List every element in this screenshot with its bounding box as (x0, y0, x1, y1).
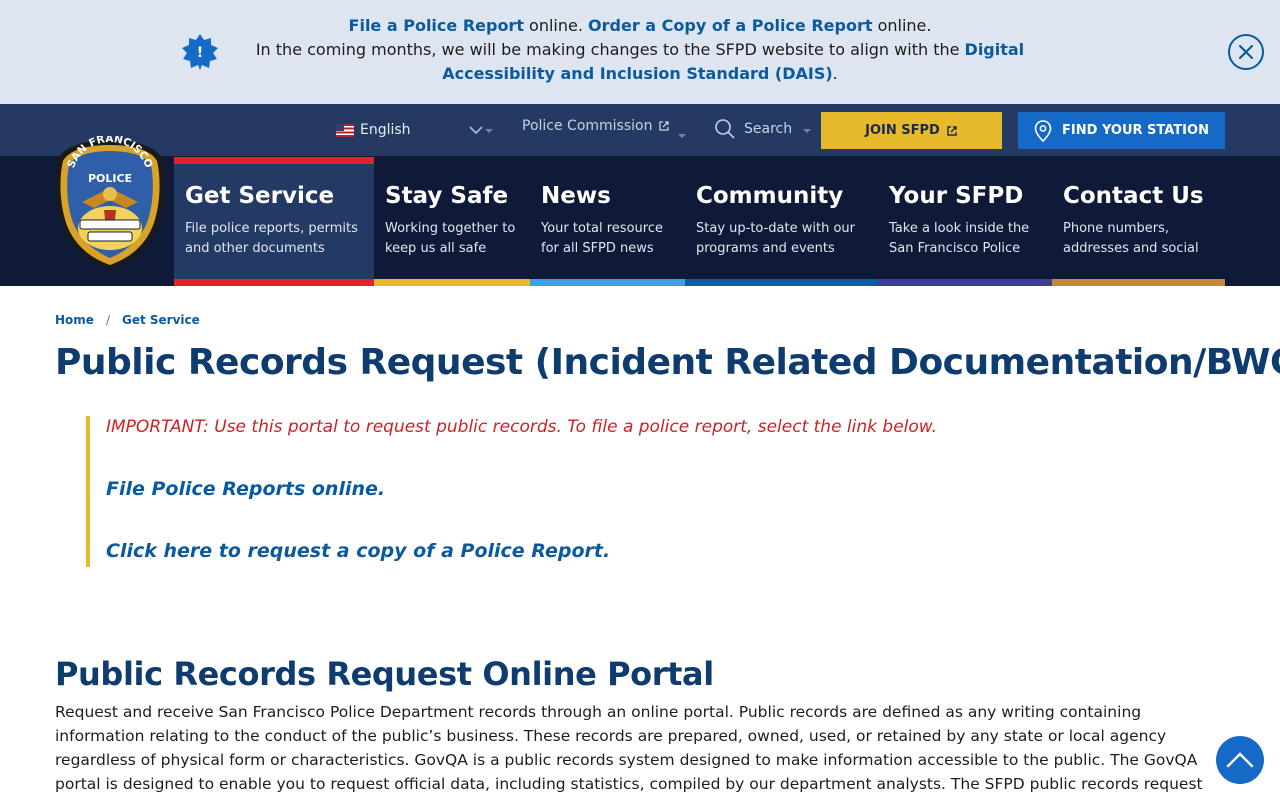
nav-description: Stay up-to-date with our programs and ev… (696, 221, 856, 256)
search-icon (715, 119, 735, 139)
nav-title: Stay Safe (385, 183, 509, 209)
portal-description: Request and receive San Francisco Police… (55, 703, 1203, 800)
nav-color-bar (878, 279, 1052, 286)
nav-color-bar (174, 279, 374, 286)
request-police-report-copy-link[interactable]: Click here to request a copy of a Police… (106, 538, 986, 564)
join-sfpd-label: JOIN SFPD (865, 123, 940, 138)
nav-description: File police reports, permits and other d… (185, 221, 358, 256)
language-selector[interactable]: English (336, 118, 411, 142)
search-button[interactable]: Search (714, 118, 792, 140)
caret-icon (485, 129, 493, 133)
police-commission-label: Police Commission (522, 118, 653, 134)
nav-stay-safe[interactable]: Stay Safe Working together to keep us al… (374, 157, 530, 286)
sfpd-badge-icon: SAN FRANCISCO POLICE (55, 133, 165, 270)
alert-text-segment: online. (523, 16, 589, 35)
nav-description: Your total resource for all SFPD news (541, 221, 663, 256)
nav-active-indicator (174, 157, 374, 164)
nav-color-bar (685, 279, 878, 286)
section-title: Public Records Request Online Portal (55, 655, 714, 693)
close-alert-button[interactable] (1228, 34, 1264, 70)
sfpd-logo[interactable]: SAN FRANCISCO POLICE (52, 133, 168, 274)
us-flag-icon (336, 123, 354, 137)
nav-title: Your SFPD (889, 183, 1024, 209)
scroll-to-top-button[interactable] (1216, 736, 1264, 784)
police-commission-link[interactable]: Police Commission (522, 118, 670, 134)
page-title: Public Records Request (Incident Related… (55, 342, 1280, 383)
nav-title: Community (696, 183, 844, 209)
logo-middle-text: POLICE (88, 172, 132, 185)
breadcrumb-home[interactable]: Home (55, 313, 94, 327)
language-label: English (360, 122, 411, 138)
breadcrumb: Home / Get Service (55, 313, 200, 327)
alert-message: File a Police Report online. Order a Cop… (220, 14, 1060, 86)
nav-color-bar (530, 279, 685, 286)
nav-description: Working together to keep us all safe (385, 221, 516, 256)
nav-description: Take a look inside the San Francisco Pol… (889, 221, 1030, 256)
alert-badge-icon: ! (182, 34, 218, 70)
external-link-icon (947, 125, 957, 136)
alert-text-segment: . (832, 64, 838, 83)
map-pin-icon (1034, 119, 1052, 142)
nav-color-bar (374, 279, 530, 286)
nav-get-service[interactable]: Get Service File police reports, permits… (174, 157, 374, 286)
find-station-button[interactable]: FIND YOUR STATION (1018, 112, 1225, 149)
nav-contact-us[interactable]: Contact Us Phone numbers, addresses and … (1052, 157, 1225, 286)
nav-color-bar (1052, 279, 1225, 286)
search-label: Search (744, 121, 793, 137)
nav-title: Get Service (185, 183, 335, 209)
chevron-up-icon (1226, 752, 1254, 768)
nav-your-sfpd[interactable]: Your SFPD Take a look inside the San Fra… (878, 157, 1052, 286)
important-callout: IMPORTANT: Use this portal to request pu… (86, 416, 986, 567)
order-police-report-link[interactable]: Order a Copy of a Police Report (588, 16, 872, 35)
alert-banner: ! File a Police Report online. Order a C… (0, 0, 1280, 104)
nav-description: Phone numbers, addresses and social (1063, 221, 1199, 256)
caret-icon (678, 134, 686, 138)
important-warning: IMPORTANT: Use this portal to request pu… (106, 417, 937, 437)
external-link-icon (659, 121, 670, 131)
nav-community[interactable]: Community Stay up-to-date with our progr… (685, 157, 878, 286)
nav-title: Contact Us (1063, 183, 1204, 209)
breadcrumb-separator: / (105, 313, 110, 327)
chevron-down-icon[interactable] (468, 125, 484, 135)
nav-title: News (541, 183, 611, 209)
file-police-reports-link[interactable]: File Police Reports online. (106, 476, 986, 502)
alert-text-segment: online. (872, 16, 932, 35)
close-icon (1238, 44, 1254, 60)
file-police-report-link[interactable]: File a Police Report (349, 16, 524, 35)
svg-text:!: ! (197, 45, 203, 61)
alert-text-segment: In the coming months, we will be making … (255, 40, 965, 59)
nav-news[interactable]: News Your total resource for all SFPD ne… (530, 157, 685, 286)
caret-icon (803, 129, 811, 133)
breadcrumb-get-service[interactable]: Get Service (122, 313, 200, 327)
join-sfpd-button[interactable]: JOIN SFPD (821, 112, 1002, 149)
find-station-label: FIND YOUR STATION (1062, 123, 1209, 138)
